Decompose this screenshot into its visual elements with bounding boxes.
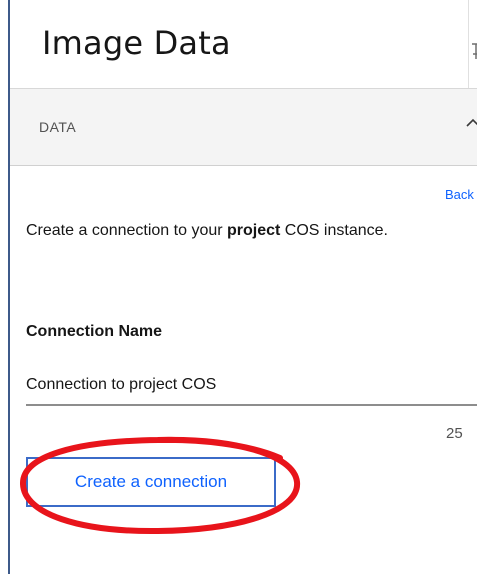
character-count: 25 [446,425,463,442]
connection-name-input[interactable]: Connection to project COS [26,364,477,406]
image-data-panel: Image Data DATA Back Create a connection… [0,0,477,574]
back-link[interactable]: Back [445,187,474,202]
connection-description: Create a connection to your project COS … [26,212,446,250]
chevron-up-icon[interactable] [465,115,477,131]
description-text-start: Create a connection to your [26,222,228,239]
description-bold-word: project [227,222,281,239]
page-title: Image Data [42,24,231,62]
section-label: DATA [39,119,77,135]
data-section-header[interactable]: DATA [10,88,477,166]
create-connection-button[interactable]: Create a connection [26,457,276,507]
pin-icon[interactable] [469,42,477,60]
panel-header: Image Data [10,0,477,88]
connection-name-label: Connection Name [26,323,163,340]
description-text-end: COS instance. [280,222,388,239]
